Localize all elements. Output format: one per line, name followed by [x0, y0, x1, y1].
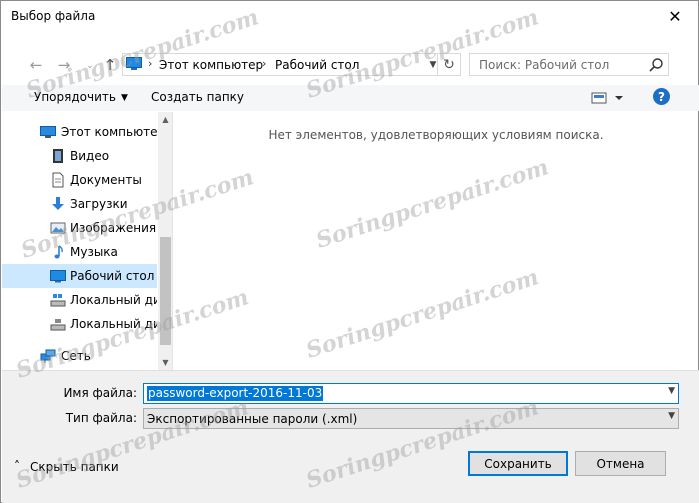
- breadcrumb-separator: ›: [148, 57, 153, 70]
- nav-label: Музыка: [70, 245, 118, 259]
- desktop-icon: [50, 270, 66, 283]
- computer-icon: [40, 126, 56, 138]
- help-button[interactable]: ?: [653, 88, 670, 105]
- bottom-panel: Имя файла: password-export-2016-11-03 ▼ …: [2, 370, 699, 503]
- video-icon: [53, 149, 63, 163]
- organize-button[interactable]: Упорядочить ▼: [34, 90, 128, 104]
- caret-down-icon: ▼: [120, 93, 128, 103]
- empty-results-message: Нет элементов, удовлетворяющих условиям …: [268, 128, 604, 142]
- view-options-button[interactable]: [591, 90, 625, 106]
- search-placeholder: Поиск: Рабочий стол: [479, 58, 610, 72]
- nav-label: Видео: [70, 149, 110, 163]
- search-input[interactable]: Поиск: Рабочий стол: [469, 53, 669, 76]
- chevron-down-icon[interactable]: ▼: [668, 386, 675, 396]
- nav-item-network[interactable]: Сеть: [2, 344, 157, 368]
- watermark: Soringpcrepair.com: [312, 154, 552, 254]
- nav-item-documents[interactable]: Документы: [2, 168, 157, 192]
- filename-label: Имя файла:: [63, 386, 137, 400]
- recent-locations-button[interactable]: ⌄: [80, 56, 100, 76]
- nav-label: Загрузки: [70, 197, 128, 211]
- close-button[interactable]: ✕: [652, 1, 698, 32]
- scroll-thumb[interactable]: [160, 237, 171, 345]
- filetype-select[interactable]: Экспортированные пароли (.xml) ▼: [143, 408, 679, 429]
- music-icon: [54, 245, 63, 259]
- filename-value: password-export-2016-11-03: [147, 386, 324, 401]
- downloads-icon: [52, 197, 64, 210]
- search-icon: [649, 58, 663, 72]
- filetype-label: Тип файла:: [65, 411, 137, 425]
- nav-label: Этот компьютер: [61, 125, 157, 139]
- nav-label: Документы: [70, 173, 142, 187]
- documents-icon: [52, 172, 64, 188]
- nav-item-video[interactable]: Видео: [2, 144, 157, 168]
- view-icon: [591, 92, 623, 104]
- address-bar[interactable]: › Этот компьютер › Рабочий стол ▼: [122, 53, 461, 76]
- nav-item-downloads[interactable]: Загрузки: [2, 192, 157, 216]
- nav-item-this-pc[interactable]: Этот компьютер: [2, 120, 157, 144]
- save-button[interactable]: Сохранить: [468, 451, 568, 476]
- nav-item-local-disk-2[interactable]: Локальный дис: [2, 312, 157, 336]
- nav-item-music[interactable]: Музыка: [2, 240, 157, 264]
- watermark: Soringpcrepair.com: [302, 264, 542, 364]
- nav-label: Локальный дис: [70, 293, 157, 307]
- drive-icon: [50, 319, 66, 331]
- network-icon: [40, 349, 56, 363]
- desktop-icon: [126, 57, 142, 70]
- up-button[interactable]: ↑: [100, 55, 120, 75]
- navigation-pane: Этот компьютер Видео Документы Загрузки …: [2, 112, 173, 370]
- filename-field[interactable]: password-export-2016-11-03 ▼: [143, 383, 679, 404]
- hide-folders-button[interactable]: ˄ Скрыть папки: [14, 459, 119, 474]
- drive-icon: [50, 294, 66, 307]
- nav-label: Рабочий стол: [70, 269, 155, 283]
- nav-label: Изображения: [70, 221, 157, 235]
- nav-label: Сеть: [61, 349, 91, 363]
- window-title: Выбор файла: [11, 9, 96, 23]
- file-dialog: Выбор файла ✕ ← → ⌄ ↑ › Этот компьютер ›…: [0, 0, 699, 503]
- scroll-down-icon[interactable]: ▼: [158, 355, 173, 370]
- chevron-up-icon: ˄: [14, 459, 20, 473]
- nav-item-pictures[interactable]: Изображения: [2, 216, 157, 240]
- scroll-up-icon[interactable]: ▲: [158, 112, 173, 127]
- breadcrumb-this-pc[interactable]: Этот компьютер: [159, 58, 263, 72]
- filetype-value: Экспортированные пароли (.xml): [147, 412, 358, 426]
- nav-item-desktop[interactable]: Рабочий стол: [2, 264, 157, 288]
- chevron-down-icon: ▼: [668, 411, 675, 421]
- pictures-icon: [50, 222, 66, 234]
- nav-item-local-disk-1[interactable]: Локальный дис: [2, 288, 157, 312]
- breadcrumb-desktop[interactable]: Рабочий стол: [275, 58, 359, 72]
- new-folder-button[interactable]: Создать папку: [151, 90, 244, 104]
- forward-button[interactable]: →: [54, 55, 74, 75]
- nav-scrollbar[interactable]: ▲ ▼: [158, 112, 173, 370]
- pane-divider[interactable]: [172, 112, 173, 370]
- toolbar: Упорядочить ▼ Создать папку ?: [2, 85, 699, 111]
- title-bar: Выбор файла ✕: [1, 1, 698, 33]
- nav-label: Локальный дис: [70, 317, 157, 331]
- breadcrumb-separator: ›: [262, 57, 267, 70]
- cancel-button[interactable]: Отмена: [575, 451, 666, 476]
- back-button[interactable]: ←: [26, 55, 46, 75]
- refresh-button[interactable]: ↻: [437, 53, 461, 76]
